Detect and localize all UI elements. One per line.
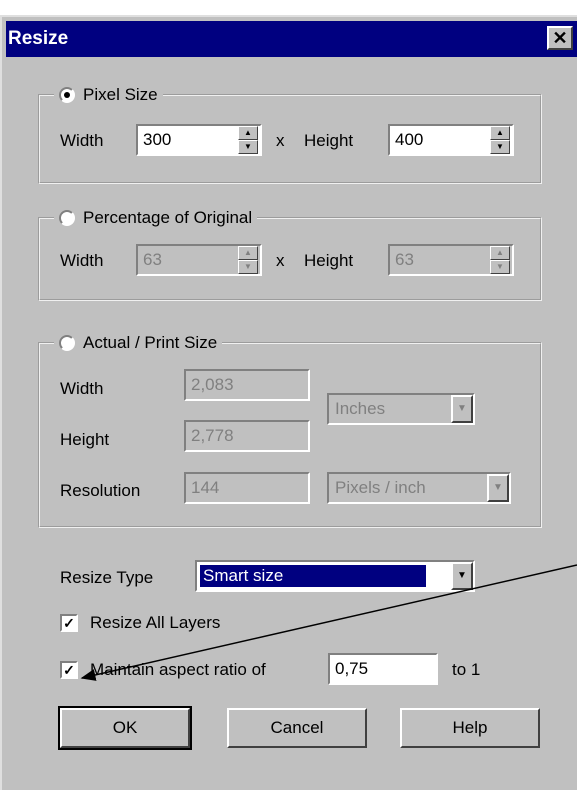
- annotation-arrow: [80, 564, 577, 681]
